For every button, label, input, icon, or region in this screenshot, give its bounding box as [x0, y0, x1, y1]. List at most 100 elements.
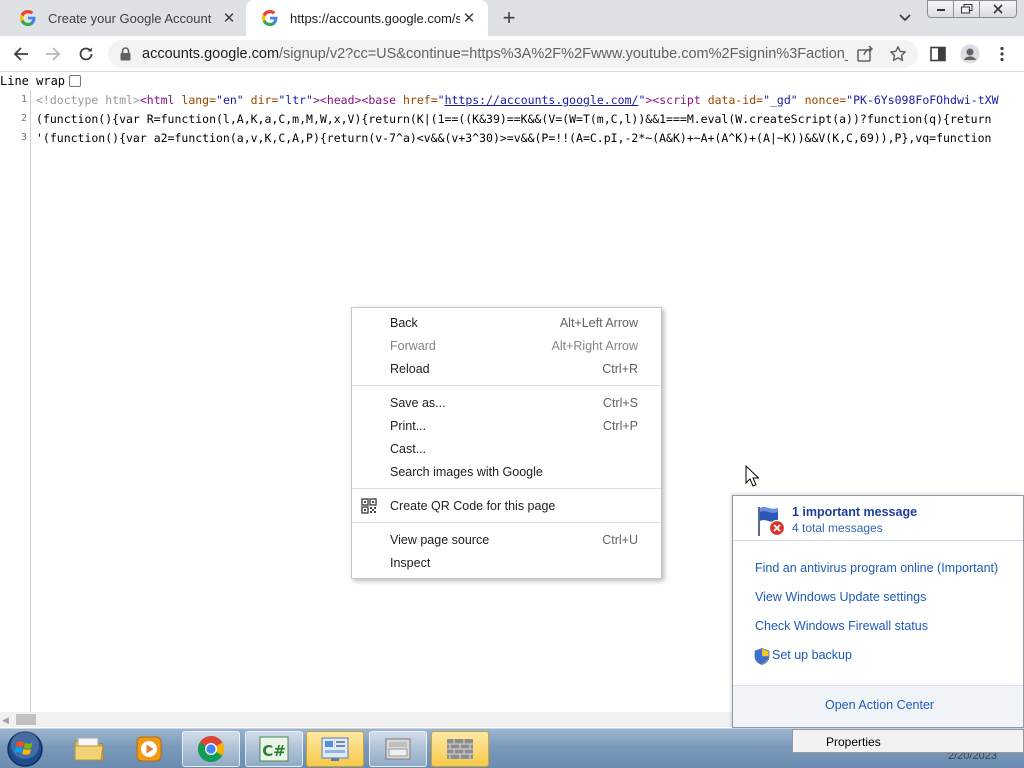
new-tab-button[interactable]: + — [496, 5, 522, 30]
scrollbar-thumb[interactable] — [16, 714, 36, 725]
folder-icon — [74, 737, 104, 761]
action-center-flag-icon — [758, 507, 786, 537]
line-number-gutter — [0, 90, 31, 712]
taskbar-csharp-editor[interactable]: C# — [245, 731, 303, 767]
close-tab-icon[interactable]: ✕ — [460, 9, 478, 27]
menu-item-save-as[interactable]: Save as... Ctrl+S — [352, 391, 661, 414]
close-window-button[interactable] — [979, 0, 1017, 18]
code-token: <!doctype html> — [36, 93, 140, 107]
chrome-icon — [197, 735, 225, 763]
tab-search-chevron-icon[interactable] — [894, 8, 916, 28]
important-message-link[interactable]: 1 important message — [792, 505, 917, 519]
source-line: 2 (function(){var R=function(l,A,K,a,C,m,… — [0, 111, 1024, 130]
source-code: <!doctype html><html lang="en" dir="ltr"… — [36, 93, 1024, 107]
context-menu: Back Alt+Left Arrow Forward Alt+Right Arrow… — [351, 307, 662, 579]
profile-avatar-icon[interactable] — [958, 42, 982, 66]
menu-item-label: Back — [390, 315, 418, 330]
properties-menu-item[interactable]: Properties — [826, 735, 881, 749]
tab-title: Create your Google Account — [48, 10, 212, 26]
shield-icon — [754, 648, 770, 665]
menu-item-shortcut: Alt+Left Arrow — [559, 315, 638, 330]
code-token: ><script — [645, 93, 708, 107]
line-wrap-label: Line wrap — [0, 74, 66, 88]
menu-item-cast[interactable]: Cast... — [352, 437, 661, 460]
source-code: '(function(){var a2=function(a,v,K,C,A,P… — [36, 131, 1024, 145]
taskbar-media-player[interactable] — [120, 731, 178, 767]
menu-item-print[interactable]: Print... Ctrl+P — [352, 414, 661, 437]
close-tab-icon[interactable]: ✕ — [220, 9, 238, 27]
menu-separator — [352, 385, 661, 386]
browser-toolbar: accounts.google.com/signup/v2?cc=US&cont… — [0, 36, 1024, 72]
scroll-left-arrow-icon[interactable]: ◀ — [2, 715, 9, 726]
source-line: 3 '(function(){var a2=function(a,v,K,C,A,… — [0, 130, 1024, 149]
media-player-icon — [136, 736, 162, 762]
open-action-center-link[interactable]: Open Action Center — [825, 698, 934, 712]
menu-item-shortcut: Alt+Right Arrow — [551, 338, 639, 353]
taskbar-windows-explorer[interactable] — [60, 731, 118, 767]
source-line: 1 <!doctype html><html lang="en" dir="ltr… — [0, 92, 1024, 111]
source-link[interactable]: https://accounts.google.com/ — [445, 93, 639, 107]
menu-item-search-images-with-google[interactable]: Search images with Google — [352, 460, 661, 483]
code-token: "_gd" — [763, 93, 805, 107]
code-token: "PK-6Ys098FoFOhdwi-tXW — [846, 93, 999, 107]
taskbar-firewall[interactable] — [431, 731, 489, 767]
url-text[interactable]: accounts.google.com/signup/v2?cc=US&cont… — [142, 46, 848, 62]
total-messages-link[interactable]: 4 total messages — [792, 521, 883, 535]
menu-item-label: Cast... — [390, 441, 427, 456]
more-menu-icon[interactable] — [990, 42, 1014, 66]
back-arrow-icon[interactable] — [9, 42, 33, 66]
menu-item-create-qr-code-for-this-page[interactable]: Create QR Code for this page — [352, 494, 661, 517]
windows-orb-icon — [7, 731, 43, 767]
menu-item-shortcut: Ctrl+U — [602, 532, 638, 547]
menu-item-view-page-source[interactable]: View page source Ctrl+U — [352, 528, 661, 551]
lock-icon[interactable] — [118, 46, 132, 62]
google-g-icon — [262, 10, 278, 26]
menu-item-label: Reload — [390, 361, 430, 376]
line-number: 1 — [20, 94, 27, 105]
start-button[interactable] — [2, 730, 48, 768]
bookmark-star-icon[interactable] — [889, 45, 907, 63]
code-token: <html — [139, 93, 182, 107]
menu-item-shortcut: Ctrl+S — [602, 395, 638, 410]
windows-update-link[interactable]: View Windows Update settings — [755, 590, 926, 604]
tab-page-source[interactable]: https://accounts.google.com/sign ✕ — [246, 0, 488, 36]
qr-code-icon — [361, 498, 377, 514]
menu-item-shortcut: Ctrl+P — [602, 418, 638, 433]
forward-arrow-icon[interactable] — [41, 42, 65, 66]
menu-item-inspect[interactable]: Inspect — [352, 551, 661, 574]
taskbar-chrome[interactable] — [182, 731, 240, 767]
svg-text:C#: C# — [262, 742, 286, 760]
code-token: "ltr" — [278, 93, 313, 107]
menu-separator — [352, 522, 661, 523]
line-wrap-checkbox[interactable] — [69, 75, 82, 87]
minimize-button[interactable] — [927, 0, 954, 18]
code-token: data-id= — [707, 93, 764, 107]
find-antivirus-link[interactable]: Find an antivirus program online (Import… — [755, 561, 998, 575]
line-wrap-toggle[interactable]: Line wrap — [0, 72, 82, 90]
taskbar-control-panel[interactable] — [306, 731, 364, 767]
control-panel-icon — [321, 737, 349, 761]
divider — [733, 540, 1023, 541]
code-token: lang= — [181, 93, 217, 107]
menu-item-label: Inspect — [390, 555, 431, 570]
menu-item-back[interactable]: Back Alt+Left Arrow — [352, 311, 661, 334]
tab-create-google-account[interactable]: Create your Google Account ✕ — [4, 0, 248, 36]
source-code: (function(){var R=function(l,A,K,a,C,m,M… — [36, 112, 1024, 126]
firewall-status-link[interactable]: Check Windows Firewall status — [755, 619, 928, 633]
menu-item-reload[interactable]: Reload Ctrl+R — [352, 357, 661, 380]
set-up-backup-link[interactable]: Set up backup — [772, 648, 852, 662]
taskbar-file-manager[interactable] — [369, 731, 427, 767]
tab-title: https://accounts.google.com/sign — [290, 10, 460, 26]
code-token: dir= — [250, 93, 279, 107]
tab-strip: Create your Google Account ✕ https://acc… — [0, 0, 1024, 36]
action-center-footer: Open Action Center — [733, 685, 1023, 727]
menu-item-forward: Forward Alt+Right Arrow — [352, 334, 661, 357]
properties-menu: Properties — [792, 729, 1024, 753]
reload-icon[interactable] — [74, 42, 98, 66]
address-bar[interactable]: accounts.google.com/signup/v2?cc=US&cont… — [108, 40, 918, 68]
side-panel-icon[interactable] — [926, 42, 950, 66]
share-icon[interactable] — [856, 45, 874, 63]
menu-separator — [352, 488, 661, 489]
restore-button[interactable] — [953, 0, 980, 18]
code-token: nonce= — [804, 93, 847, 107]
